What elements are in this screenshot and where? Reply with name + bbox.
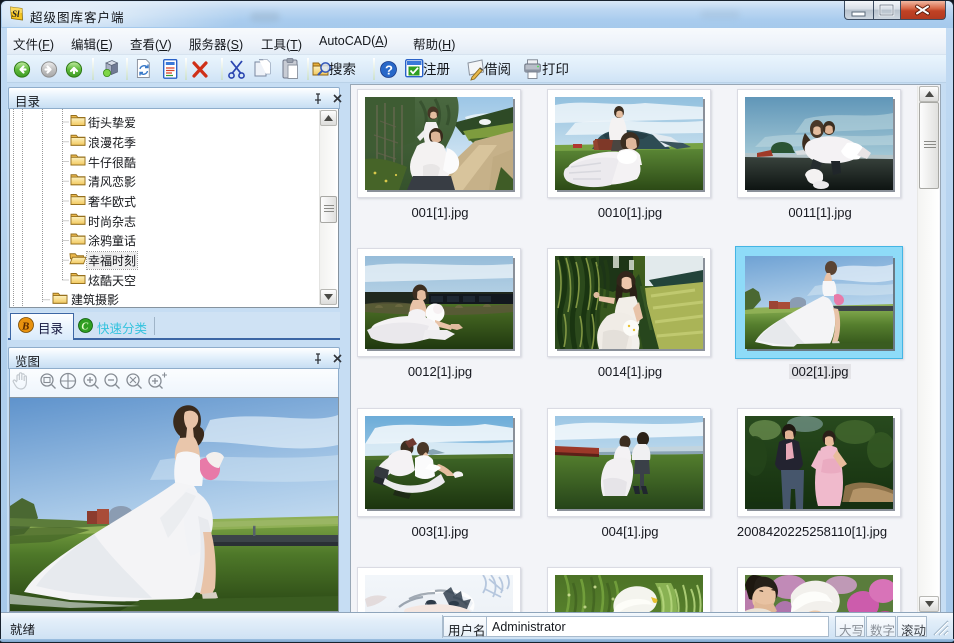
svg-text:B: B [21,321,29,333]
svg-text:打印: 打印 [542,61,569,77]
svg-text:注册: 注册 [423,62,450,77]
svg-text:借阅: 借阅 [484,62,511,77]
svg-text:?: ? [385,63,393,78]
svg-text:Sl: Sl [12,9,20,19]
svg-text:C: C [82,322,89,333]
svg-text:搜索: 搜索 [329,62,356,77]
